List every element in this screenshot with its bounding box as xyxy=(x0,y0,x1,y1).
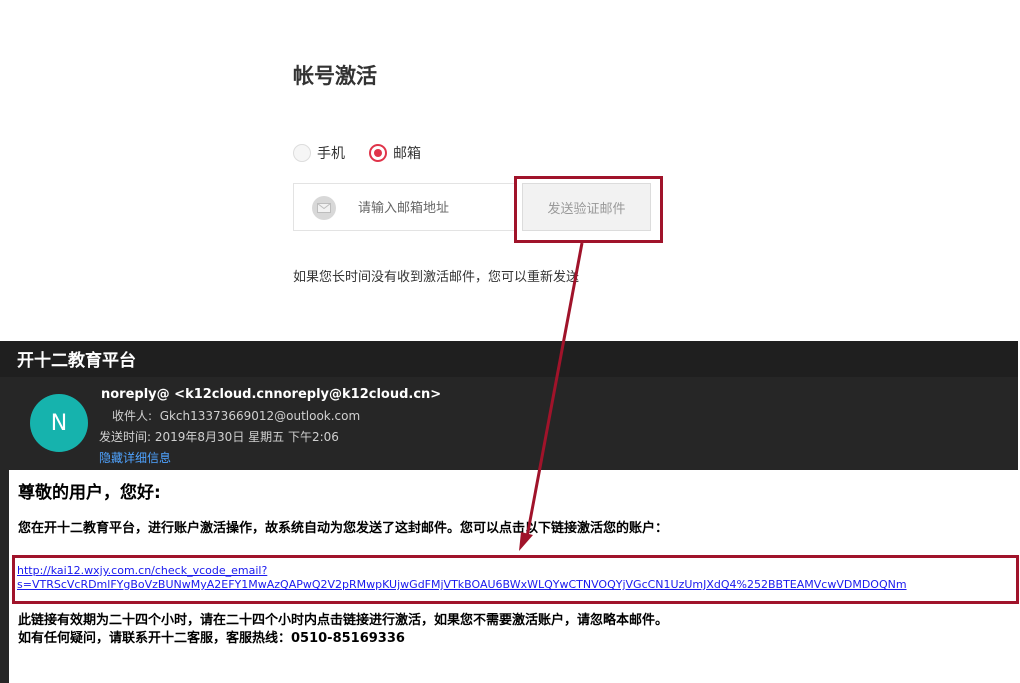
resend-note: 如果您长时间没有收到激活邮件，您可以重新发送 xyxy=(293,270,580,285)
radio-email-label[interactable]: 邮箱 xyxy=(393,143,421,163)
radio-phone-label[interactable]: 手机 xyxy=(317,143,345,163)
hide-details-link[interactable]: 隐藏详细信息 xyxy=(99,449,171,466)
page-title: 帐号激活 xyxy=(293,64,377,88)
contact-note: 如有任何疑问，请联系开十二客服，客服热线：0510-85169336 xyxy=(18,631,405,646)
email-window-title: 开十二教育平台 xyxy=(17,351,136,371)
link-validity-note: 此链接有效期为二十四个小时，请在二十四个小时内点击链接进行激活，如果您不需要激活… xyxy=(18,613,669,628)
highlight-box-activation-link xyxy=(12,555,1019,604)
radio-email[interactable] xyxy=(369,144,387,162)
sent-time-line: 发送时间: 2019年8月30日 星期五 下午2:06 xyxy=(99,428,339,445)
highlight-box-send-button xyxy=(514,176,663,243)
sender-avatar: N xyxy=(30,394,88,452)
sent-time-label: 发送时间: xyxy=(99,430,152,444)
recipient-line: 收件人: Gkch13373669012@outlook.com xyxy=(112,407,360,424)
contact-method-radio-group: 手机 邮箱 xyxy=(293,142,445,164)
left-border-strip xyxy=(0,470,9,683)
radio-phone[interactable] xyxy=(293,144,311,162)
sent-time-value: 2019年8月30日 星期五 下午2:06 xyxy=(154,430,339,444)
envelope-icon xyxy=(317,203,331,213)
recipient-label: 收件人: xyxy=(112,409,153,423)
email-input[interactable] xyxy=(348,192,508,224)
sender-address: noreply@ <k12cloud.cnnoreply@k12cloud.cn… xyxy=(101,387,442,402)
email-greeting: 尊敬的用户，您好: xyxy=(18,483,161,503)
mail-icon xyxy=(312,196,336,220)
email-titlebar xyxy=(0,341,1018,377)
recipient-address: Gkch13373669012@outlook.com xyxy=(159,409,361,423)
email-intro: 您在开十二教育平台，进行账户激活操作，故系统自动为您发送了这封邮件。您可以点击以… xyxy=(18,521,669,536)
